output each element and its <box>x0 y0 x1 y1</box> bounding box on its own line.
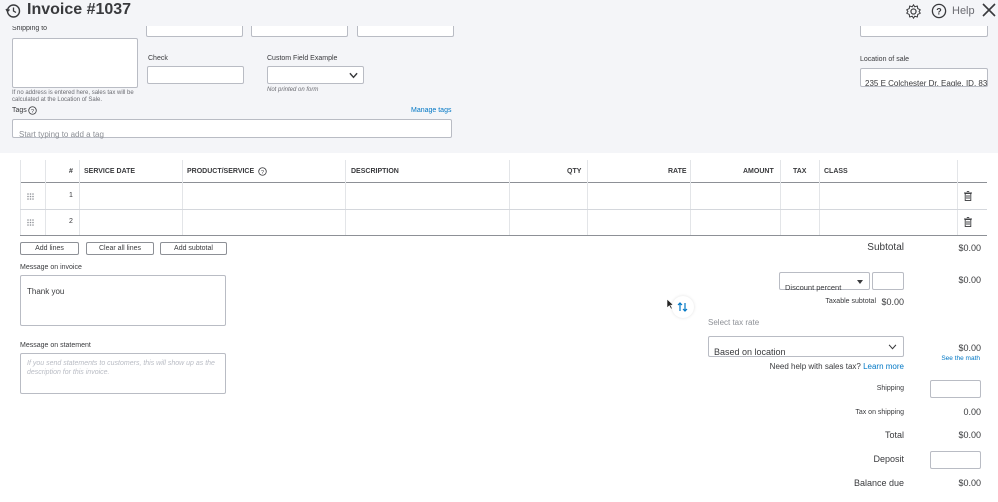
col-product-service: PRODUCT/SERVICE <box>187 168 255 175</box>
taxable-subtotal-label: Taxable subtotal <box>825 298 876 305</box>
deposit-label: Deposit <box>873 454 904 464</box>
chevron-down-icon <box>888 344 897 350</box>
discount-type-select[interactable]: Discount percent <box>779 272 870 292</box>
add-subtotal-button[interactable]: Add subtotal <box>160 242 227 255</box>
col-class: CLASS <box>824 168 848 175</box>
row-number: 1 <box>69 192 73 199</box>
svg-text:?: ? <box>261 170 264 176</box>
col-qty: QTY <box>567 168 582 175</box>
col-service-date: SERVICE DATE <box>84 168 136 175</box>
see-the-math-link[interactable]: See the math <box>920 355 980 362</box>
col-number: # <box>69 168 73 175</box>
discount-input[interactable] <box>872 272 904 290</box>
page-title: Invoice #1037 <box>27 1 132 18</box>
svg-text:?: ? <box>31 109 34 115</box>
subtotal-value: $0.00 <box>958 243 981 253</box>
col-amount: AMOUNT <box>743 168 774 175</box>
shipping-address-textarea[interactable] <box>12 38 138 88</box>
custom-field-select[interactable] <box>267 66 364 84</box>
subtotal-label: Subtotal <box>867 242 904 253</box>
message-statement-textarea[interactable]: If you send statements to customers, thi… <box>20 353 226 394</box>
message-invoice-label: Message on invoice <box>20 264 82 271</box>
close-icon[interactable] <box>981 2 997 18</box>
add-lines-button[interactable]: Add lines <box>20 242 79 255</box>
help-icon[interactable]: ? <box>258 167 267 176</box>
invoice-date-field[interactable] <box>251 26 348 37</box>
balance-due-value: $0.00 <box>958 478 981 488</box>
svg-text:?: ? <box>936 7 942 17</box>
shipping-note: If no address is entered here, sales tax… <box>12 90 134 103</box>
table-bottom-border <box>20 235 987 236</box>
location-label: Location of sale <box>860 56 910 63</box>
sales-tax-help: Need help with sales tax? Learn more <box>769 362 904 371</box>
help-icon[interactable]: ? <box>931 3 947 19</box>
sort-icon <box>677 302 688 312</box>
message-statement-label: Message on statement <box>20 342 91 349</box>
chevron-down-icon <box>349 72 358 79</box>
total-value: $0.00 <box>958 430 981 440</box>
table-row[interactable]: 1 <box>20 184 987 209</box>
deposit-input[interactable] <box>930 451 981 469</box>
check-label: Check <box>148 55 168 62</box>
invoice-header: Invoice #1037 ? Help <box>0 0 998 26</box>
due-date-field[interactable] <box>357 26 454 37</box>
col-description: DESCRIPTION <box>351 168 399 175</box>
shipping-label: Shipping <box>876 385 904 392</box>
clear-all-lines-button[interactable]: Clear all lines <box>86 242 154 255</box>
select-tax-rate-label: Select tax rate <box>708 318 760 327</box>
balance-due-label: Balance due <box>853 478 904 488</box>
tax-on-shipping-value: 0.00 <box>963 407 981 417</box>
sales-rep-field[interactable] <box>860 26 988 37</box>
taxable-subtotal-value: $0.00 <box>881 297 904 307</box>
learn-more-link[interactable]: Learn more <box>863 362 904 371</box>
manage-tags-link[interactable]: Manage tags <box>411 107 451 114</box>
discount-value: $0.00 <box>958 275 981 285</box>
history-icon[interactable] <box>5 3 21 19</box>
custom-field-label: Custom Field Example <box>267 55 338 62</box>
help-icon[interactable]: ? <box>28 106 37 115</box>
line-items-header: # SERVICE DATE PRODUCT/SERVICE ? DESCRIP… <box>20 160 987 183</box>
row-number: 2 <box>69 218 73 225</box>
drag-handle-icon[interactable] <box>27 193 34 200</box>
gear-icon[interactable] <box>905 3 922 20</box>
check-input[interactable] <box>147 66 244 84</box>
col-rate: RATE <box>668 168 687 175</box>
caret-down-icon <box>857 280 863 284</box>
shipping-input[interactable] <box>930 380 981 398</box>
col-tax: TAX <box>793 168 807 175</box>
trash-icon[interactable] <box>964 217 972 227</box>
total-label: Total <box>884 430 904 440</box>
location-input[interactable]: 235 E Colchester Dr, Eagle, ID, 836 <box>860 68 988 87</box>
terms-field[interactable] <box>146 26 243 37</box>
help-link[interactable]: Help <box>952 5 975 17</box>
tax-on-shipping-label: Tax on shipping <box>855 409 904 416</box>
tax-rate-select[interactable]: Based on location <box>708 336 904 357</box>
custom-field-note: Not printed on form <box>267 87 319 93</box>
trash-icon[interactable] <box>964 191 972 201</box>
message-invoice-textarea[interactable]: Thank you <box>20 275 226 326</box>
shipping-to-label: Shipping to <box>12 26 48 32</box>
tax-value: $0.00 <box>958 343 981 353</box>
tags-label: Tags <box>12 107 27 114</box>
table-row[interactable]: 2 <box>20 210 987 235</box>
tags-input[interactable]: Start typing to add a tag <box>12 119 452 139</box>
drag-handle-icon[interactable] <box>27 219 34 226</box>
sort-float-button[interactable] <box>672 296 694 318</box>
